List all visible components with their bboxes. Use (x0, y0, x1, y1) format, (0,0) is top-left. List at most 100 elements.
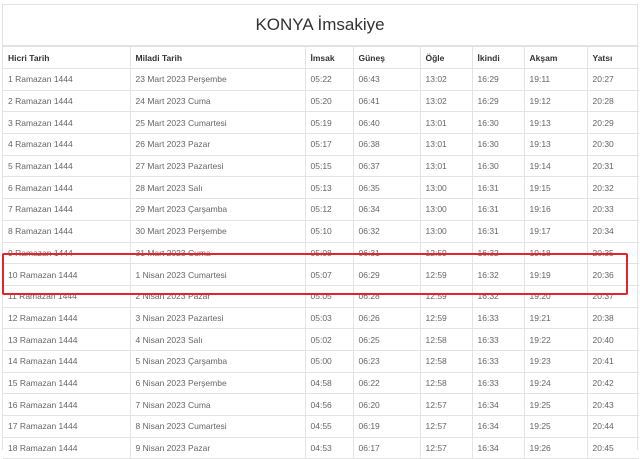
cell-ikindi: 16:29 (471, 89, 525, 113)
cell-yatsi: 20:37 (586, 284, 639, 308)
table-row: 8 Ramazan 1444 30 Mart 2023 Perşembe 05:10… (3, 219, 639, 243)
cell-yatsi: 20:38 (586, 306, 639, 330)
cell-ogle: 12:58 (419, 371, 473, 395)
cell-yatsi: 20:35 (586, 241, 639, 265)
cell-miladi-tarih: 4 Nisan 2023 Salı (129, 328, 306, 351)
cell-miladi-tarih: 27 Mart 2023 Pazartesi (129, 154, 306, 178)
table-row: 10 Ramazan 1444 1 Nisan 2023 Cumartesi 05:… (3, 263, 639, 286)
cell-miladi-tarih: 1 Nisan 2023 Cumartesi (129, 263, 306, 286)
cell-gunes: 06:31 (352, 241, 421, 265)
cell-ikindi: 16:31 (471, 219, 525, 243)
cell-aksam: 19:15 (523, 176, 588, 200)
imsakiye-panel: KONYA İmsakiye Hicri Tarih Miladi Tarih İm… (2, 4, 639, 459)
cell-hicri-tarih: 3 Ramazan 1444 (3, 111, 131, 135)
cell-hicri-tarih: 11 Ramazan 1444 (3, 284, 131, 308)
cell-imsak: 04:56 (304, 393, 354, 416)
cell-gunes: 06:40 (352, 111, 421, 135)
cell-imsak: 05:13 (304, 176, 354, 200)
cell-ogle: 13:02 (419, 68, 473, 91)
cell-gunes: 06:41 (352, 89, 421, 113)
cell-yatsi: 20:34 (586, 219, 639, 243)
cell-imsak: 05:19 (304, 111, 354, 135)
cell-imsak: 05:10 (304, 219, 354, 243)
cell-gunes: 06:28 (352, 284, 421, 308)
cell-hicri-tarih: 8 Ramazan 1444 (3, 219, 131, 243)
column-header-aksam: Akşam (523, 46, 588, 69)
table-row: 9 Ramazan 1444 31 Mart 2023 Cuma 05:08 06:3… (3, 241, 639, 265)
cell-imsak: 04:55 (304, 415, 354, 438)
column-header-imsak: İmsak (304, 46, 354, 69)
cell-imsak: 05:12 (304, 198, 354, 221)
cell-gunes: 06:32 (352, 219, 421, 243)
table-row: 6 Ramazan 1444 28 Mart 2023 Salı 05:13 06:3… (3, 176, 639, 200)
table-row: 13 Ramazan 1444 4 Nisan 2023 Salı 05:02 06:… (3, 328, 639, 351)
cell-ikindi: 16:32 (471, 284, 525, 308)
cell-aksam: 19:26 (523, 436, 588, 459)
cell-imsak: 05:05 (304, 284, 354, 308)
cell-imsak: 05:22 (304, 68, 354, 91)
cell-ikindi: 16:34 (471, 436, 525, 459)
table-row: 16 Ramazan 1444 7 Nisan 2023 Cuma 04:56 06:… (3, 393, 639, 416)
cell-ogle: 12:57 (419, 393, 473, 416)
cell-miladi-tarih: 8 Nisan 2023 Cumartesi (129, 415, 306, 438)
cell-gunes: 06:37 (352, 154, 421, 178)
cell-gunes: 06:38 (352, 133, 421, 156)
cell-ogle: 13:01 (419, 133, 473, 156)
cell-yatsi: 20:45 (586, 436, 639, 459)
cell-gunes: 06:22 (352, 371, 421, 395)
cell-ikindi: 16:32 (471, 241, 525, 265)
cell-hicri-tarih: 12 Ramazan 1444 (3, 306, 131, 330)
cell-hicri-tarih: 15 Ramazan 1444 (3, 371, 131, 395)
cell-gunes: 06:34 (352, 198, 421, 221)
cell-miladi-tarih: 23 Mart 2023 Perşembe (129, 68, 306, 91)
cell-aksam: 19:21 (523, 306, 588, 330)
cell-ikindi: 16:34 (471, 415, 525, 438)
cell-aksam: 19:16 (523, 198, 588, 221)
cell-ogle: 12:59 (419, 263, 473, 286)
cell-imsak: 05:20 (304, 89, 354, 113)
cell-yatsi: 20:41 (586, 349, 639, 373)
cell-imsak: 05:02 (304, 328, 354, 351)
cell-yatsi: 20:36 (586, 263, 639, 286)
cell-ikindi: 16:29 (471, 68, 525, 91)
column-header-gunes: Güneş (352, 46, 421, 69)
cell-ikindi: 16:33 (471, 328, 525, 351)
cell-imsak: 04:53 (304, 436, 354, 459)
cell-gunes: 06:29 (352, 263, 421, 286)
cell-hicri-tarih: 18 Ramazan 1444 (3, 436, 131, 459)
page-title: KONYA İmsakiye (3, 5, 637, 46)
cell-aksam: 19:13 (523, 111, 588, 135)
cell-ikindi: 16:32 (471, 263, 525, 286)
cell-hicri-tarih: 5 Ramazan 1444 (3, 154, 131, 178)
cell-yatsi: 20:33 (586, 198, 639, 221)
cell-miladi-tarih: 25 Mart 2023 Cumartesi (129, 111, 306, 135)
cell-ikindi: 16:30 (471, 154, 525, 178)
cell-imsak: 05:15 (304, 154, 354, 178)
cell-hicri-tarih: 17 Ramazan 1444 (3, 415, 131, 438)
cell-imsak: 05:17 (304, 133, 354, 156)
table-row: 14 Ramazan 1444 5 Nisan 2023 Çarşamba 05:0… (3, 349, 639, 373)
cell-ikindi: 16:34 (471, 393, 525, 416)
cell-aksam: 19:24 (523, 371, 588, 395)
cell-hicri-tarih: 9 Ramazan 1444 (3, 241, 131, 265)
cell-yatsi: 20:31 (586, 154, 639, 178)
cell-aksam: 19:23 (523, 349, 588, 373)
cell-ogle: 12:58 (419, 328, 473, 351)
cell-ogle: 13:01 (419, 111, 473, 135)
cell-aksam: 19:22 (523, 328, 588, 351)
cell-ogle: 12:59 (419, 284, 473, 308)
cell-gunes: 06:19 (352, 415, 421, 438)
cell-yatsi: 20:32 (586, 176, 639, 200)
cell-hicri-tarih: 4 Ramazan 1444 (3, 133, 131, 156)
cell-hicri-tarih: 10 Ramazan 1444 (3, 263, 131, 286)
cell-gunes: 06:26 (352, 306, 421, 330)
cell-miladi-tarih: 30 Mart 2023 Perşembe (129, 219, 306, 243)
table-row: 7 Ramazan 1444 29 Mart 2023 Çarşamba 05:12… (3, 198, 639, 221)
table-body: 1 Ramazan 1444 23 Mart 2023 Perşembe 05:22… (3, 68, 639, 459)
table-row: 5 Ramazan 1444 27 Mart 2023 Pazartesi 05:1… (3, 154, 639, 178)
column-header-hicri-tarih: Hicri Tarih (3, 46, 131, 69)
cell-aksam: 19:25 (523, 415, 588, 438)
cell-gunes: 06:23 (352, 349, 421, 373)
cell-aksam: 19:18 (523, 241, 588, 265)
cell-aksam: 19:17 (523, 219, 588, 243)
